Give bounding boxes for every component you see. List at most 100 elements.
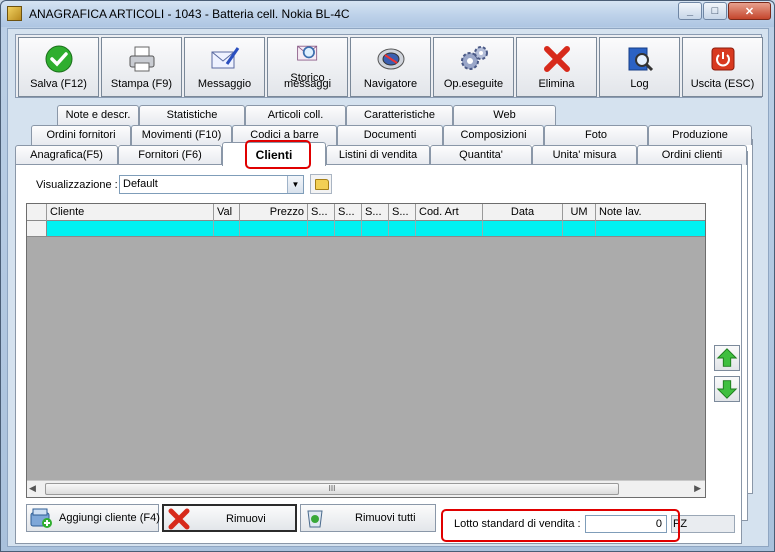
tab-ordini-fornitori[interactable]: Ordini fornitori <box>31 125 131 145</box>
tab-ordini-clienti[interactable]: Ordini clienti <box>637 145 747 165</box>
scroll-thumb[interactable]: III <box>45 483 619 495</box>
table-row[interactable] <box>27 221 705 237</box>
main-window: ANAGRAFICA ARTICOLI - 1043 - Batteria ce… <box>0 0 775 552</box>
message-history-button[interactable]: Storico messaggi <box>267 37 348 97</box>
grid-header: Cliente Val Prezzo S... S... S... S... C… <box>27 204 705 221</box>
tab-foto[interactable]: Foto <box>544 125 648 145</box>
message-history-label-2: messaggi <box>283 78 332 90</box>
col-data[interactable]: Data <box>483 204 563 221</box>
maximize-button[interactable]: □ <box>703 2 727 20</box>
tab-fornitori[interactable]: Fornitori (F6) <box>118 145 222 165</box>
col-um[interactable]: UM <box>563 204 596 221</box>
add-client-icon <box>30 508 52 528</box>
horizontal-scrollbar[interactable]: ◀ III ▶ <box>27 480 705 497</box>
lotto-highlight <box>441 509 680 542</box>
operations-button[interactable]: Op.eseguite <box>433 37 514 97</box>
cell-prezzo[interactable] <box>240 221 308 236</box>
col-s1[interactable]: S... <box>308 204 335 221</box>
tab-statistiche[interactable]: Statistiche <box>139 105 245 125</box>
col-prezzo[interactable]: Prezzo <box>240 204 308 221</box>
compass-icon <box>377 48 404 70</box>
col-note-lav[interactable]: Note lav. <box>596 204 705 221</box>
tab-note-descr[interactable]: Note e descr. <box>57 105 139 125</box>
client-area: Salva (F12) Stampa (F9) Messaggio Storic… <box>7 28 769 547</box>
app-box-icon <box>7 6 22 21</box>
cell-s4[interactable] <box>389 221 416 236</box>
print-button[interactable]: Stampa (F9) <box>101 37 182 97</box>
visualization-label: Visualizzazione : <box>36 179 118 191</box>
remove-button[interactable]: Rimuovi <box>162 504 297 532</box>
tab-produzione[interactable]: Produzione <box>648 125 752 145</box>
move-down-button[interactable] <box>714 376 740 402</box>
recycle-bin-icon <box>307 510 323 528</box>
window-title: ANAGRAFICA ARTICOLI - 1043 - Batteria ce… <box>29 7 350 21</box>
delete-button[interactable]: Elimina <box>516 37 597 97</box>
red-x-icon <box>543 46 570 72</box>
remove-all-button[interactable]: Rimuovi tutti <box>300 504 436 532</box>
visualization-select[interactable]: Default ▼ <box>119 175 304 194</box>
chevron-down-icon[interactable]: ▼ <box>287 176 303 193</box>
message-button[interactable]: Messaggio <box>184 37 265 97</box>
title-bar[interactable]: ANAGRAFICA ARTICOLI - 1043 - Batteria ce… <box>1 1 774 27</box>
cell-cliente[interactable] <box>47 221 214 236</box>
clienti-panel: Visualizzazione : Default ▼ Cliente Val … <box>15 164 742 544</box>
tab-caratteristiche[interactable]: Caratteristiche <box>346 105 453 125</box>
remove-all-label: Rimuovi tutti <box>355 512 416 524</box>
tab-composizioni[interactable]: Composizioni <box>443 125 544 145</box>
tab-articoli-coll[interactable]: Articoli coll. <box>245 105 346 125</box>
clienti-highlight <box>245 140 311 169</box>
cell-s2[interactable] <box>335 221 362 236</box>
tab-listini-di-vendita[interactable]: Listini di vendita <box>326 145 430 165</box>
cell-s3[interactable] <box>362 221 389 236</box>
cell-val[interactable] <box>214 221 240 236</box>
cell-cod-art[interactable] <box>416 221 483 236</box>
cell-note-lav[interactable] <box>596 221 705 236</box>
lotto-unit: PZ <box>671 515 735 533</box>
scroll-right-icon[interactable]: ▶ <box>694 483 701 494</box>
col-s3[interactable]: S... <box>362 204 389 221</box>
arrow-down-icon <box>716 380 738 399</box>
cell-um[interactable] <box>563 221 596 236</box>
print-label: Stampa (F9) <box>110 78 173 90</box>
col-s4[interactable]: S... <box>389 204 416 221</box>
printer-icon <box>129 46 154 72</box>
minimize-button[interactable]: _ <box>678 2 702 20</box>
remove-label: Rimuovi <box>226 513 266 525</box>
tab-anagrafica[interactable]: Anagrafica(F5) <box>15 145 118 165</box>
add-client-label: Aggiungi cliente (F4) <box>59 512 160 524</box>
row-selector[interactable] <box>27 221 47 236</box>
header-corner <box>27 204 47 221</box>
exit-button[interactable]: Uscita (ESC) <box>682 37 763 97</box>
tab-unita-misura[interactable]: Unita' misura <box>532 145 637 165</box>
cell-data[interactable] <box>483 221 563 236</box>
tab-web[interactable]: Web <box>453 105 556 125</box>
log-book-icon <box>628 47 653 72</box>
folder-icon <box>315 179 329 190</box>
col-s2[interactable]: S... <box>335 204 362 221</box>
col-cliente[interactable]: Cliente <box>47 204 214 221</box>
scroll-left-icon[interactable]: ◀ <box>29 483 36 494</box>
col-cod-art[interactable]: Cod. Art <box>416 204 483 221</box>
move-up-button[interactable] <box>714 345 740 371</box>
navigator-label: Navigatore <box>363 78 418 90</box>
tab-quantita[interactable]: Quantita' <box>430 145 532 165</box>
log-button[interactable]: Log <box>599 37 680 97</box>
visualization-value: Default <box>123 178 158 190</box>
close-button[interactable]: ✕ <box>728 2 771 20</box>
navigator-button[interactable]: Navigatore <box>350 37 431 97</box>
open-view-button[interactable] <box>310 174 332 194</box>
envelope-pen-icon <box>211 47 239 69</box>
clients-grid[interactable]: Cliente Val Prezzo S... S... S... S... C… <box>26 203 706 498</box>
save-button[interactable]: Salva (F12) <box>18 37 99 97</box>
message-label: Messaggio <box>197 78 252 90</box>
cell-s1[interactable] <box>308 221 335 236</box>
add-client-button[interactable]: Aggiungi cliente (F4) <box>26 504 160 532</box>
delete-label: Elimina <box>538 78 575 90</box>
tab-movimenti[interactable]: Movimenti (F10) <box>131 125 232 145</box>
operations-label: Op.eseguite <box>443 78 504 90</box>
envelope-search-icon <box>296 45 317 61</box>
tab-documenti[interactable]: Documenti <box>337 125 443 145</box>
gears-icon <box>460 46 488 70</box>
check-icon <box>45 45 72 73</box>
col-val[interactable]: Val <box>214 204 240 221</box>
